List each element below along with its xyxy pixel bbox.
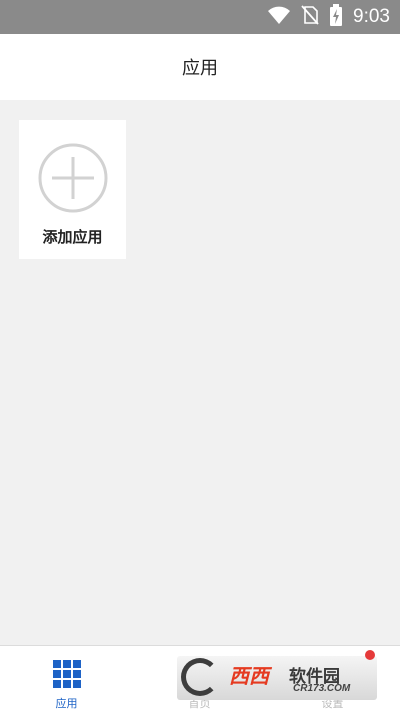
status-icons: 9:03: [267, 0, 390, 34]
watermark-text: 西西: [229, 664, 269, 688]
grid-icon: [52, 660, 81, 688]
battery-charging-icon: [329, 4, 343, 30]
plus-circle-icon: [38, 143, 108, 213]
add-app-tile[interactable]: 添加应用: [19, 120, 126, 259]
page-title: 应用: [182, 58, 218, 79]
nav-label-apps: 应用: [55, 697, 78, 710]
watermark-logo: 西西 软件园 CR173.COM: [177, 650, 377, 700]
watermark-sub: CR173.COM: [293, 683, 351, 694]
no-sim-icon: [301, 5, 319, 29]
status-time: 9:03: [353, 6, 390, 27]
apps-content: 添加应用: [0, 100, 400, 645]
status-bar: 9:03: [0, 0, 400, 34]
watermark-dot: [365, 650, 375, 660]
app-bar: 应用: [0, 34, 400, 101]
add-app-label: 添加应用: [42, 228, 103, 246]
wifi-icon: [267, 5, 291, 29]
watermark-c-mark: [181, 658, 219, 696]
nav-item-apps[interactable]: 应用: [0, 646, 133, 713]
